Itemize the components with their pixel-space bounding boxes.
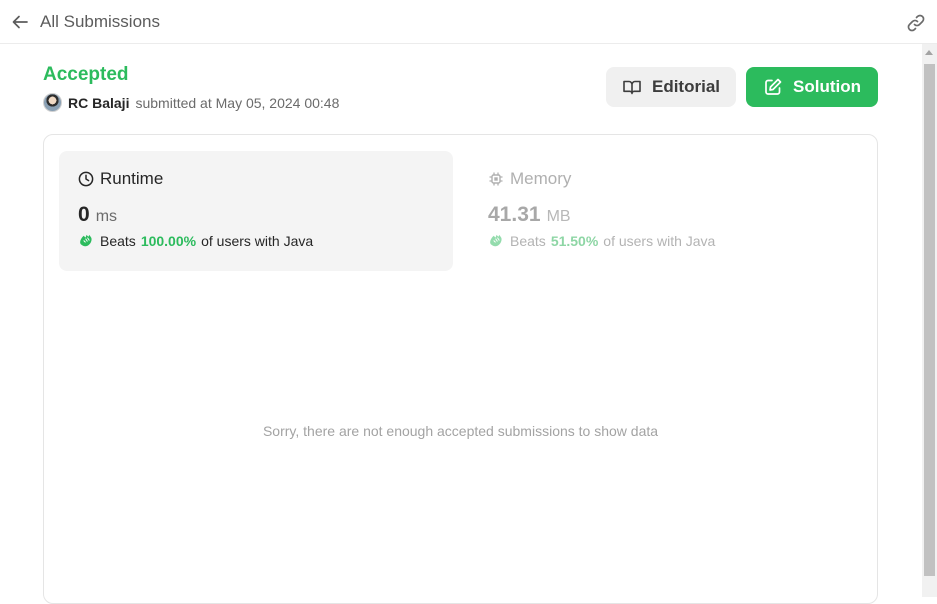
submission-status: Accepted [43,64,129,85]
memory-header: Memory [488,169,844,189]
runtime-unit: ms [95,208,118,225]
edit-icon [765,78,782,95]
solution-button[interactable]: Solution [746,67,878,107]
submitted-time: submitted at May 05, 2024 00:48 [135,94,340,111]
top-bar: All Submissions [0,0,937,44]
clock-icon [78,171,94,187]
scroll-thumb[interactable] [924,64,935,576]
submission-meta: RC Balaji submitted at May 05, 2024 00:4… [43,93,339,112]
editorial-button[interactable]: Editorial [606,67,736,107]
chip-icon [489,172,503,186]
runtime-number: 0 [78,203,90,226]
memory-beats-label: Beats [510,232,546,249]
memory-panel[interactable]: Memory 41.31 MB Beats 51.50% of users wi… [469,151,863,271]
vertical-scrollbar[interactable] [922,44,937,597]
back-label: All Submissions [40,11,160,31]
memory-value: 41.31 MB [488,203,844,227]
editorial-label: Editorial [651,77,720,96]
runtime-panel[interactable]: Runtime 0 ms Beats 100.00% of users with… [59,151,453,271]
runtime-beats: Beats 100.00% of users with Java [78,232,434,249]
runtime-beats-percent: 100.00% [140,232,197,249]
memory-beats-percent: 51.50% [550,232,599,249]
link-icon[interactable] [905,12,927,34]
performance-card: Runtime 0 ms Beats 100.00% of users with… [43,134,878,604]
runtime-header: Runtime [78,169,434,189]
memory-beats-tail: of users with Java [603,232,716,249]
memory-number: 41.31 [488,203,541,226]
scroll-up-arrow-icon[interactable] [925,50,933,55]
all-submissions-back-button[interactable]: All Submissions [10,12,160,32]
memory-beats: Beats 51.50% of users with Java [488,232,844,249]
runtime-value: 0 ms [78,203,434,227]
runtime-beats-label: Beats [100,232,136,249]
runtime-label: Runtime [100,169,164,188]
clapping-hands-icon [490,234,502,247]
avatar[interactable] [43,93,62,112]
arrow-left-icon [12,15,28,28]
distribution-empty-message: Sorry, there are not enough accepted sub… [262,423,659,439]
author-name[interactable]: RC Balaji [68,95,129,111]
runtime-beats-tail: of users with Java [201,232,314,249]
book-icon [623,80,641,95]
clapping-hands-icon [80,234,92,247]
solution-label: Solution [793,77,861,96]
memory-unit: MB [546,208,571,225]
memory-label: Memory [510,169,572,188]
